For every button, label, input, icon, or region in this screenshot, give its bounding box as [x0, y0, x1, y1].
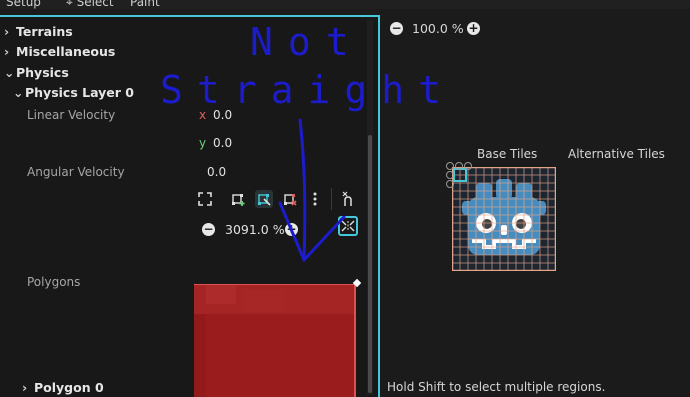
linear-velocity-y-field[interactable]: 0.0 [213, 136, 232, 150]
angular-velocity-label: Angular Velocity [27, 165, 125, 179]
zoom-out-button[interactable]: − [202, 223, 215, 236]
tab-select-label: Select [76, 0, 114, 9]
atlas-zoom-out-button[interactable]: − [390, 22, 403, 35]
tab-select[interactable]: ⌖ Select [66, 0, 114, 9]
chevron-down-icon: ⌄ [13, 85, 24, 100]
tree-item-terrains[interactable]: › Terrains [4, 24, 73, 39]
tree-item-miscellaneous-label: Miscellaneous [16, 44, 116, 59]
annotation-text-line1: Not [250, 20, 364, 64]
annotation-text-line2: Straight [160, 68, 456, 112]
top-tab-bar: Setup ⌖ Select Paint [0, 0, 690, 9]
polygon-edge [354, 284, 356, 397]
cursor-icon: ⌖ [66, 0, 73, 9]
tab-paint[interactable]: Paint [130, 0, 160, 9]
polygon-pixel [244, 290, 284, 312]
tab-setup[interactable]: Setup [6, 0, 41, 9]
chevron-right-icon: › [4, 44, 10, 59]
atlas-zoom-level: 100.0 % [412, 21, 464, 36]
polygon-pixel [206, 284, 236, 304]
tile-handles[interactable] [444, 160, 474, 190]
chevron-right-icon: › [22, 380, 28, 395]
polygon-edge [194, 284, 356, 285]
tree-item-polygon-label: Polygon 0 [34, 380, 104, 395]
expand-icon[interactable] [196, 190, 214, 208]
minus-icon: − [203, 222, 214, 236]
plus-icon: + [468, 21, 479, 35]
tree-item-polygon[interactable]: › Polygon 0 [22, 380, 104, 395]
linear-velocity-label: Linear Velocity [27, 108, 116, 122]
base-tiles-label: Base Tiles [477, 147, 538, 161]
angular-velocity-field[interactable]: 0.0 [207, 165, 226, 179]
tree-item-physics[interactable]: ⌄ Physics [4, 65, 69, 80]
alternative-tiles-label: Alternative Tiles [568, 147, 665, 161]
atlas-zoom-in-button[interactable]: + [467, 22, 480, 35]
polygon-editor-canvas[interactable] [194, 284, 356, 397]
chevron-right-icon: › [4, 24, 10, 39]
tree-item-physics-layer-label: Physics Layer 0 [25, 85, 134, 100]
status-hint: Hold Shift to select multiple regions. [387, 380, 606, 394]
scrollbar-thumb[interactable] [368, 135, 372, 393]
minus-icon: − [391, 21, 402, 35]
polygon-pixel [194, 314, 206, 397]
tree-item-physics-layer[interactable]: ⌄ Physics Layer 0 [13, 85, 134, 100]
add-point-icon[interactable] [229, 190, 247, 208]
chevron-down-icon: ⌄ [4, 65, 15, 80]
tree-item-miscellaneous[interactable]: › Miscellaneous [4, 44, 115, 59]
y-axis-label: y [199, 136, 207, 150]
annotation-arrow [278, 118, 346, 262]
tree-item-terrains-label: Terrains [16, 24, 73, 39]
polygons-label: Polygons [27, 275, 81, 289]
tree-item-physics-label: Physics [16, 65, 69, 80]
